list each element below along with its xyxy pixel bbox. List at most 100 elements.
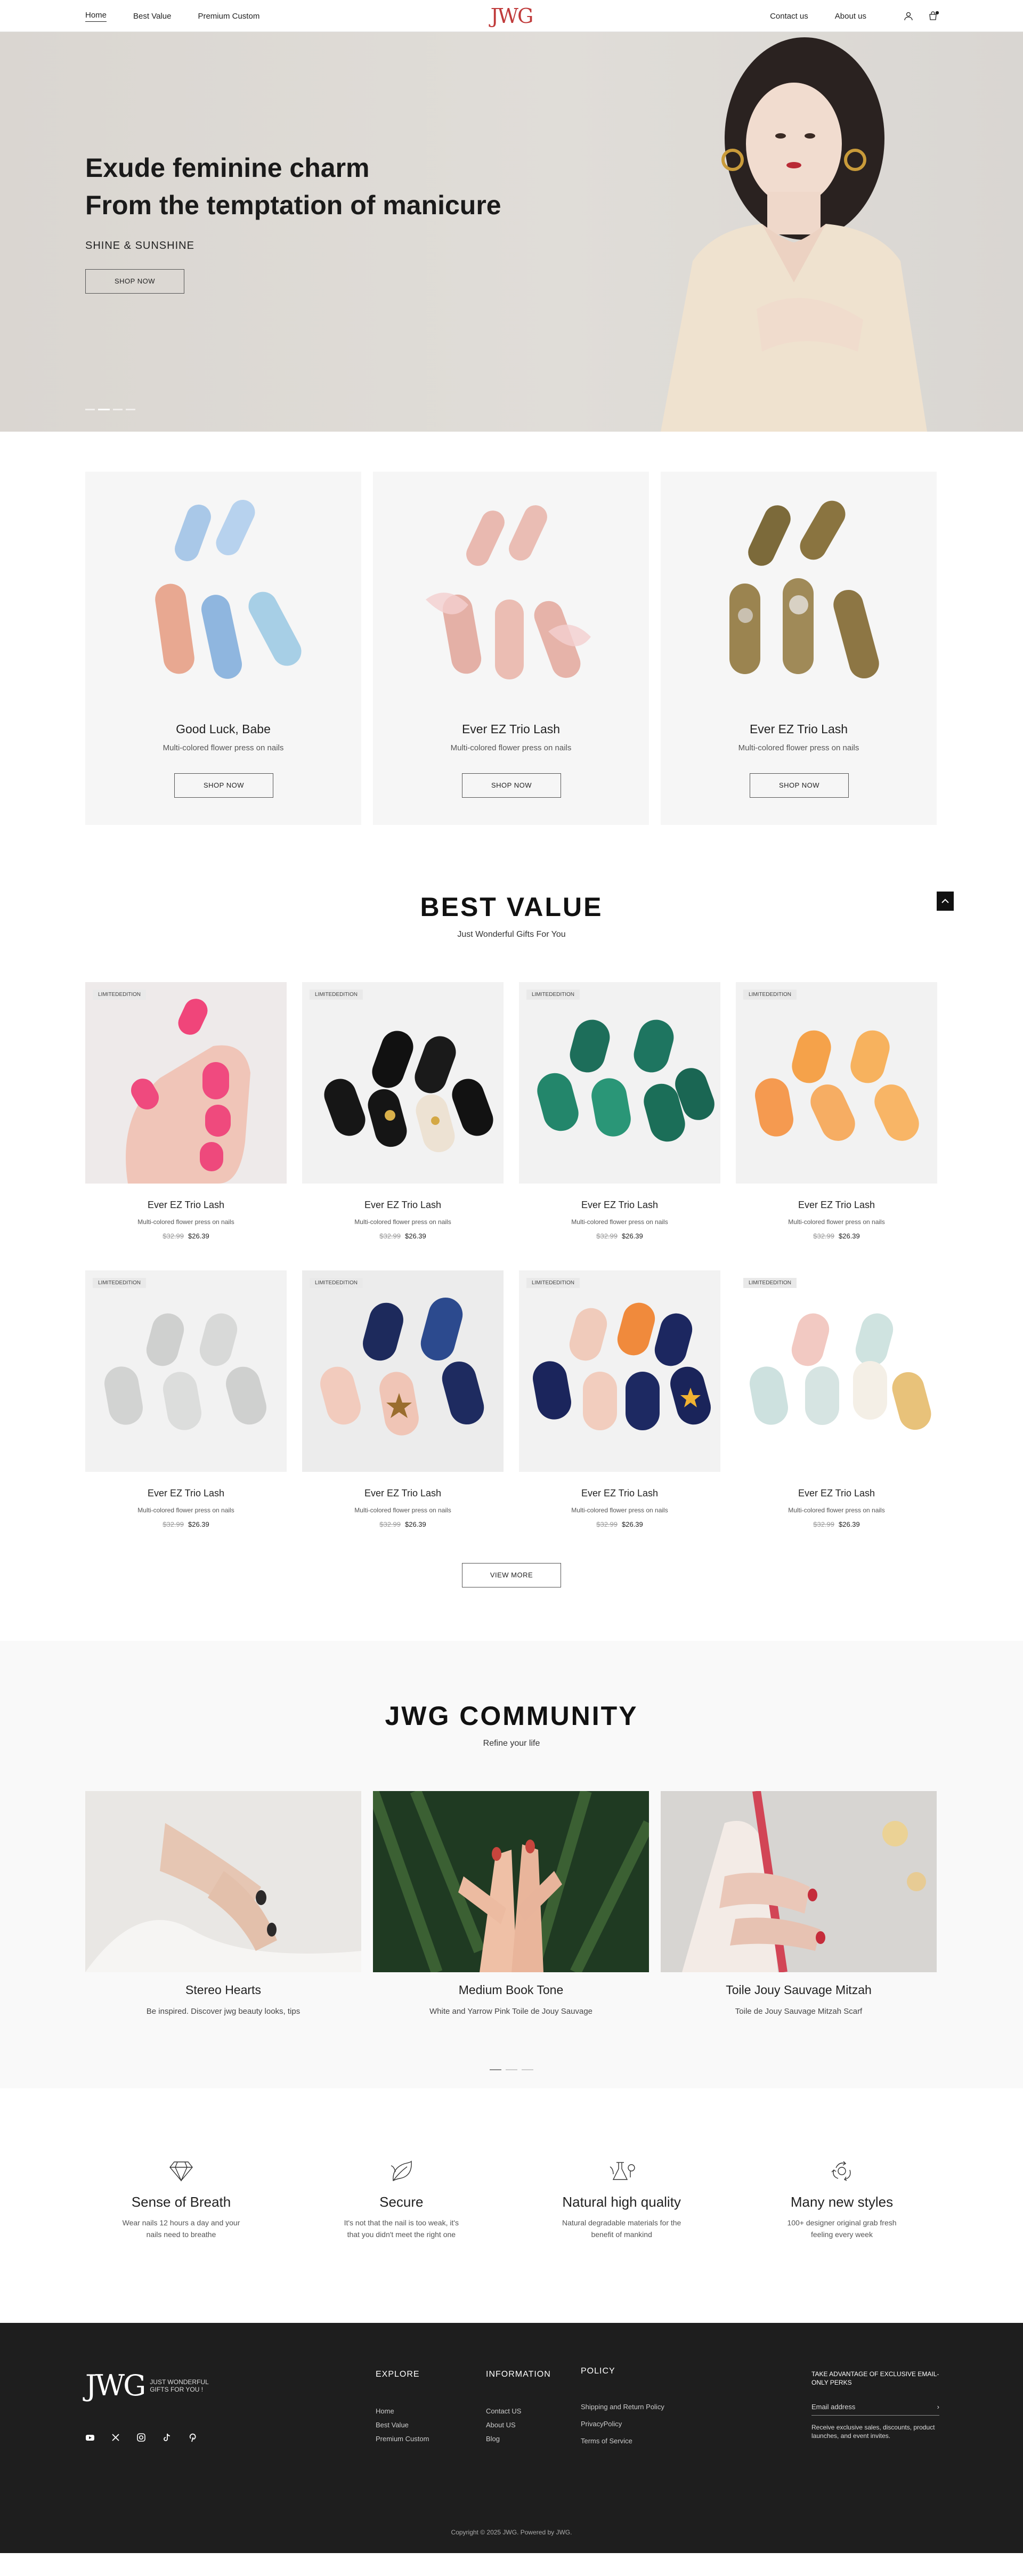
perk-title: Natural high quality [562, 2194, 681, 2210]
nails-gold-jewel-image [729, 500, 879, 679]
perks-section: Sense of Breath Wear nails 12 hours a da… [0, 2088, 1023, 2323]
footer-link[interactable]: Terms of Service [581, 2437, 664, 2445]
product-card[interactable]: LIMITEDEDITION Ever EZ Trio Lash Multi-c… [736, 982, 937, 1270]
nails-pastel-image [155, 499, 302, 679]
nav-about[interactable]: About us [835, 12, 866, 21]
product-desc: Multi-colored flower press on nails [788, 1506, 885, 1514]
nav-best-value[interactable]: Best Value [133, 12, 171, 21]
product-card[interactable]: LIMITEDEDITION Ever EZ Trio Lash Multi-c… [519, 982, 720, 1270]
newsletter: TAKE ADVANTAGE OF EXCLUSIVE EMAIL-ONLY P… [811, 2370, 939, 2440]
community-card[interactable]: Toile Jouy Sauvage Mitzah Toile de Jouy … [661, 1791, 937, 2016]
instagram-icon[interactable] [136, 2433, 146, 2442]
product-price: $32.99 $26.39 [379, 1232, 426, 1240]
perk-desc: 100+ designer original grab fresh feelin… [787, 2218, 897, 2239]
footer-link[interactable]: Best Value [376, 2421, 429, 2429]
product-price: $32.99 $26.39 [596, 1520, 643, 1528]
product-desc: Multi-colored flower press on nails [571, 1506, 668, 1514]
community-card[interactable]: Medium Book Tone White and Yarrow Pink T… [373, 1791, 649, 2016]
product-desc: Multi-colored flower press on nails [354, 1506, 451, 1514]
featured-title: Ever EZ Trio Lash [749, 722, 848, 736]
nav-premium-custom[interactable]: Premium Custom [198, 12, 259, 21]
featured-shop-button[interactable]: SHOP NOW [462, 773, 561, 798]
product-card[interactable]: LIMITEDEDITION Ever EZ Trio Lash Multi-c… [302, 1270, 504, 1559]
product-price: $32.99 $26.39 [596, 1232, 643, 1240]
product-name: Ever EZ Trio Lash [364, 1200, 442, 1210]
x-icon[interactable] [111, 2433, 120, 2442]
limited-badge: LIMITEDEDITION [310, 990, 363, 1000]
footer-link[interactable]: Shipping and Return Policy [581, 2403, 664, 2411]
back-to-top-button[interactable] [937, 892, 954, 911]
community-carousel-dots[interactable] [85, 2069, 938, 2070]
perk-item: Many new styles 100+ designer original g… [778, 2160, 906, 2240]
limited-badge: LIMITEDEDITION [526, 1278, 580, 1288]
product-desc: Multi-colored flower press on nails [137, 1506, 234, 1514]
tiktok-icon[interactable] [162, 2433, 172, 2442]
perk-item: Natural high quality Natural degradable … [558, 2160, 686, 2240]
product-image: LIMITEDEDITION [85, 1270, 287, 1472]
featured-shop-button[interactable]: SHOP NOW [750, 773, 849, 798]
community-image [373, 1791, 649, 1972]
nails-pink-bow-image [426, 505, 591, 679]
limited-badge: LIMITEDEDITION [93, 1278, 147, 1288]
youtube-icon[interactable] [85, 2433, 95, 2442]
featured-card[interactable]: Good Luck, Babe Multi-colored flower pre… [85, 472, 361, 825]
product-desc: Multi-colored flower press on nails [137, 1218, 234, 1226]
product-card[interactable]: LIMITEDEDITION Ever EZ Trio Lash Multi-c… [85, 1270, 287, 1559]
product-card[interactable]: LIMITEDEDITION Ever EZ Trio Lash Multi-c… [519, 1270, 720, 1559]
community-post-desc: Toile de Jouy Sauvage Mitzah Scarf [735, 2007, 863, 2016]
view-more-button[interactable]: VIEW MORE [462, 1563, 561, 1587]
product-name: Ever EZ Trio Lash [581, 1488, 659, 1498]
hero-banner: Exude feminine charm From the temptation … [0, 32, 1023, 432]
newsletter-title: TAKE ADVANTAGE OF EXCLUSIVE EMAIL-ONLY P… [811, 2370, 939, 2386]
hero-subtitle: SHINE & SUNSHINE [85, 240, 194, 252]
perk-title: Secure [379, 2194, 424, 2210]
perk-item: Sense of Breath Wear nails 12 hours a da… [117, 2160, 245, 2240]
community-card[interactable]: Stereo Hearts Be inspired. Discover jwg … [85, 1791, 361, 2016]
product-card[interactable]: LIMITEDEDITION Ever EZ Trio Lash Multi-c… [736, 1270, 937, 1559]
social-links [85, 2433, 197, 2442]
featured-card[interactable]: Ever EZ Trio Lash Multi-colored flower p… [661, 472, 937, 825]
community-post-title: Stereo Hearts [185, 1983, 261, 1997]
product-price: $32.99 $26.39 [163, 1232, 209, 1240]
nav-contact[interactable]: Contact us [770, 12, 808, 21]
hero-heading: Exude feminine charm From the temptation … [85, 153, 501, 220]
submit-arrow-icon[interactable]: › [937, 2403, 939, 2411]
footer-link[interactable]: PrivacyPolicy [581, 2420, 664, 2428]
product-image: LIMITEDEDITION [302, 982, 504, 1184]
featured-shop-button[interactable]: SHOP NOW [174, 773, 273, 798]
newsletter-desc: Receive exclusive sales, discounts, prod… [811, 2424, 935, 2440]
featured-card[interactable]: Ever EZ Trio Lash Multi-colored flower p… [373, 472, 649, 825]
product-image: LIMITEDEDITION [736, 1270, 937, 1472]
footer-link[interactable]: Premium Custom [376, 2435, 429, 2443]
community-post-title: Medium Book Tone [458, 1983, 564, 1997]
pinterest-icon[interactable] [188, 2433, 197, 2442]
product-price: $32.99 $26.39 [163, 1520, 209, 1528]
product-card[interactable]: LIMITEDEDITION Ever EZ Trio Lash Multi-c… [85, 982, 287, 1270]
footer-link[interactable]: Blog [486, 2435, 551, 2443]
footer-link[interactable]: Home [376, 2407, 429, 2415]
perk-desc: Wear nails 12 hours a day and your nails… [122, 2218, 240, 2239]
hero-shop-button[interactable]: SHOP NOW [85, 269, 184, 294]
featured-title: Good Luck, Babe [176, 722, 271, 736]
cart-icon[interactable] [928, 11, 939, 21]
user-icon[interactable] [904, 11, 913, 21]
site-logo[interactable]: JWG [491, 4, 534, 28]
footer-policy: POLICY Shipping and Return Policy Privac… [581, 2367, 664, 2451]
product-name: Ever EZ Trio Lash [798, 1488, 875, 1498]
featured-desc: Multi-colored flower press on nails [738, 743, 859, 752]
footer-link[interactable]: Contact US [486, 2407, 551, 2415]
featured-desc: Multi-colored flower press on nails [450, 743, 572, 752]
footer-policy-title: POLICY [581, 2367, 615, 2376]
hero-model-image [661, 37, 927, 432]
footer-logo[interactable]: JWG JUST WONDERFUL GIFTS FOR YOU ! [85, 2369, 219, 2402]
limited-badge: LIMITEDEDITION [743, 990, 797, 1000]
secondary-nav: Contact us About us [770, 11, 939, 21]
best-value-section: BEST VALUE Just Wonderful Gifts For You … [0, 825, 1023, 1587]
footer-info-title: INFORMATION [486, 2370, 551, 2379]
nav-home[interactable]: Home [85, 11, 107, 22]
community-image [85, 1791, 361, 1972]
hero-carousel-dots[interactable] [85, 409, 135, 410]
product-card[interactable]: LIMITEDEDITION Ever EZ Trio Lash Multi-c… [302, 982, 504, 1270]
footer-link[interactable]: About US [486, 2421, 551, 2429]
email-field[interactable]: Email address › [811, 2403, 939, 2416]
